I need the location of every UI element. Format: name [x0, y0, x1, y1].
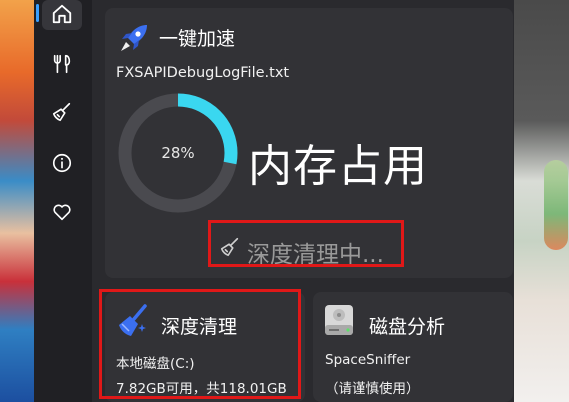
- sidebar: [34, 0, 92, 402]
- tool-name: SpaceSniffer: [325, 352, 411, 368]
- memory-usage-label: 内存占用: [248, 141, 428, 192]
- rocket-icon: [117, 21, 151, 55]
- desktop-wallpaper-left: [0, 0, 34, 402]
- tools-icon[interactable]: [49, 51, 75, 77]
- disk-analysis-card[interactable]: 磁盘分析 SpaceSniffer （请谨慎使用）: [313, 292, 513, 402]
- memory-percent: 28%: [161, 144, 195, 162]
- broom-icon[interactable]: [49, 99, 75, 125]
- highlight-box-status: [208, 220, 404, 267]
- desktop-wallpaper-right: [514, 0, 569, 402]
- boost-title: 一键加速: [159, 28, 236, 50]
- highlight-box-deep-clean: [99, 289, 301, 399]
- current-file-name: FXSAPIDebugLogFile.txt: [116, 65, 290, 81]
- info-icon[interactable]: [49, 150, 75, 176]
- hard-disk-icon: [322, 303, 356, 339]
- home-icon[interactable]: [49, 1, 75, 27]
- active-indicator: [36, 4, 39, 22]
- usage-note: （请谨慎使用）: [325, 381, 420, 397]
- heart-icon[interactable]: [49, 199, 75, 225]
- disk-analysis-title: 磁盘分析: [369, 316, 446, 338]
